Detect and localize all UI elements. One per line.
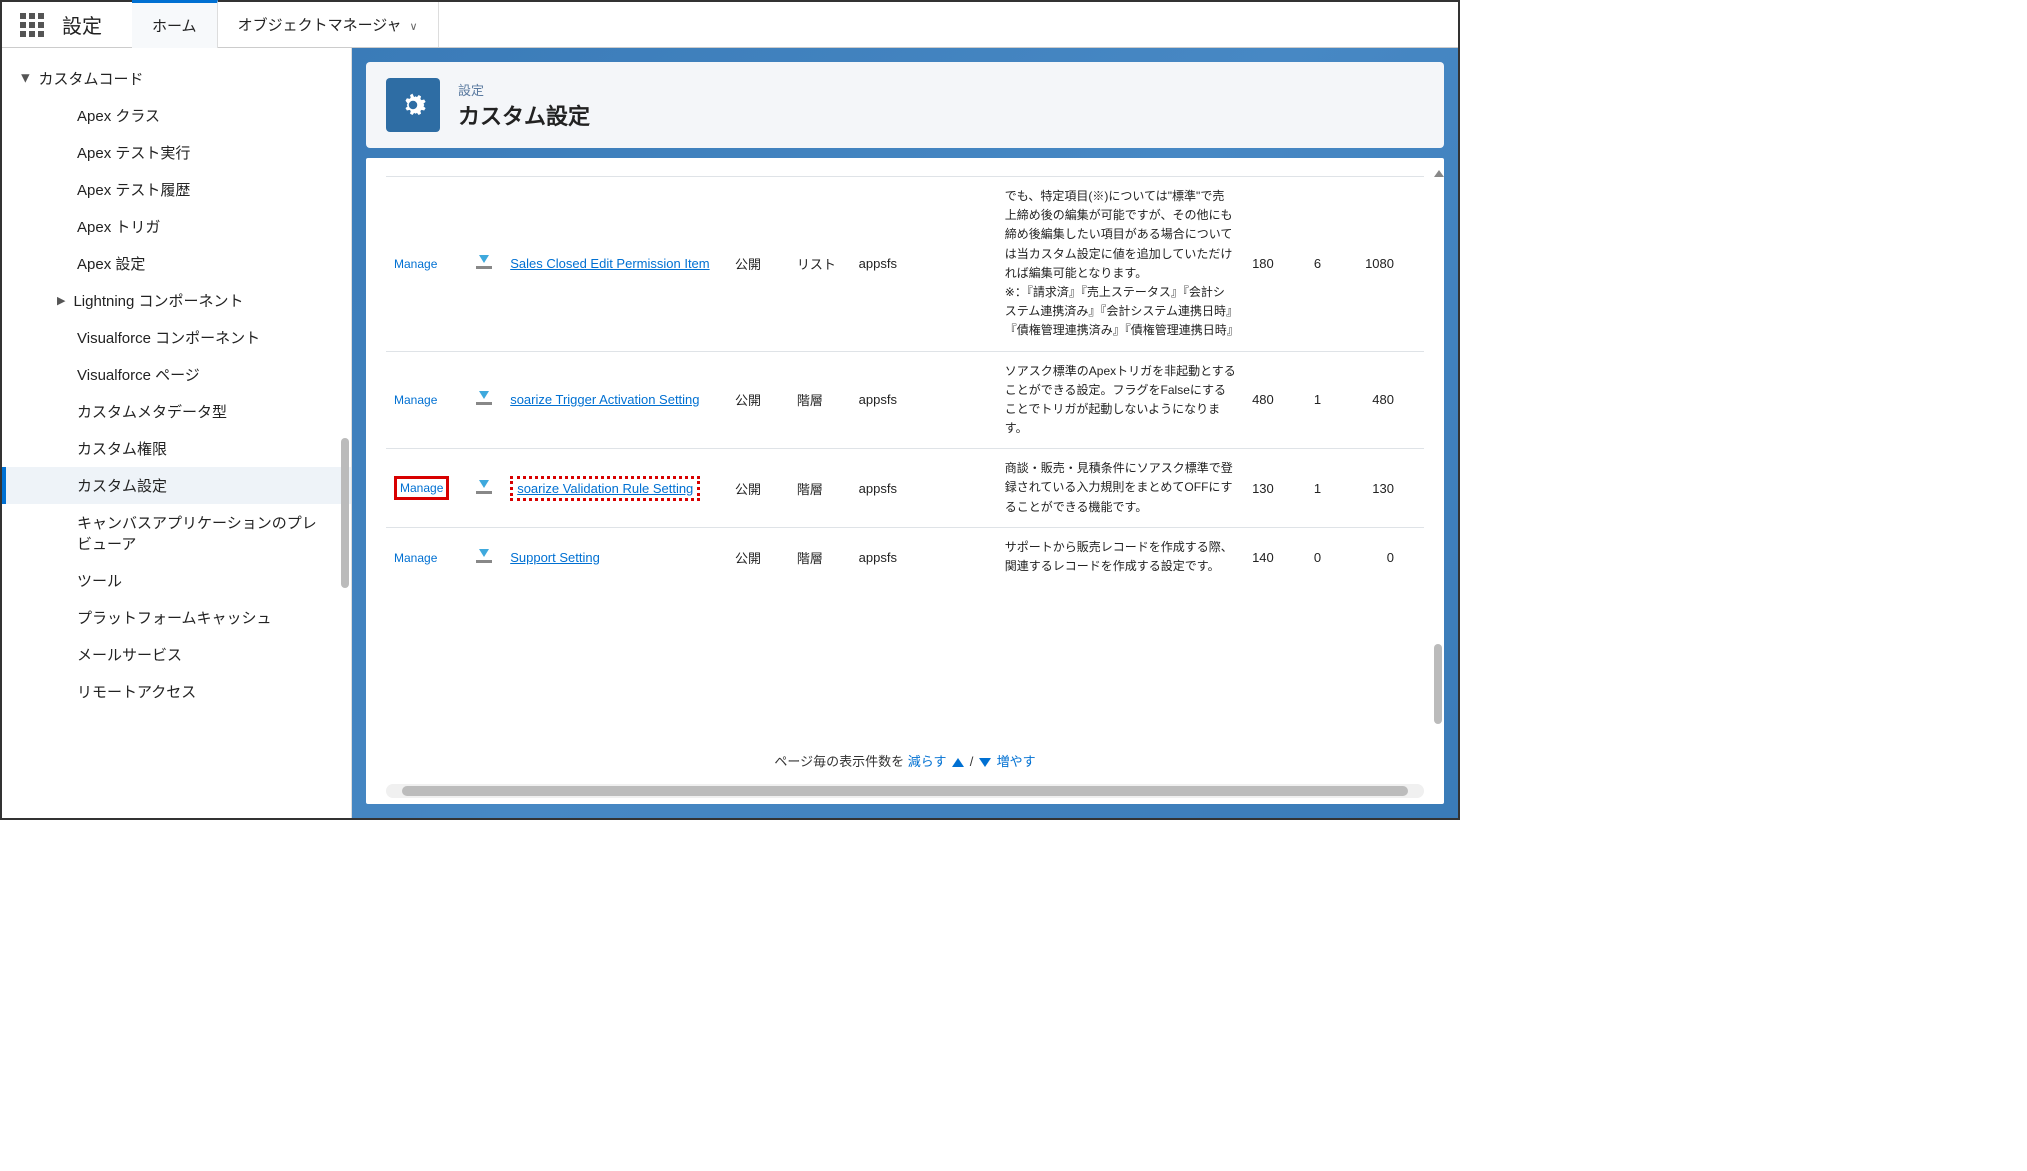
num-cell: 0 [1306, 527, 1345, 586]
sidebar-item-11[interactable]: キャンバスアプリケーションのプレビューア [2, 504, 351, 562]
sidebar-item-1[interactable]: Apex テスト実行 [2, 134, 351, 171]
num-cell: 130 [1345, 449, 1424, 528]
setting-name-link[interactable]: Sales Closed Edit Permission Item [510, 256, 709, 271]
setting-name-link[interactable]: soarize Validation Rule Setting [510, 476, 700, 501]
download-icon[interactable] [476, 255, 492, 269]
app-launcher-icon[interactable] [20, 13, 44, 37]
num-cell: 6 [1306, 177, 1345, 352]
visibility-cell: 公開 [727, 449, 789, 528]
sidebar: ▶ カスタムコード Apex クラスApex テスト実行Apex テスト履歴Ap… [2, 48, 352, 818]
num-cell: 130 [1244, 449, 1306, 528]
horizontal-scrollbar[interactable] [386, 784, 1424, 798]
namespace-cell: appsfs [851, 177, 997, 352]
custom-settings-table: Manage Sales Closed Edit Permission Item 公… [386, 176, 1424, 586]
num-cell: 140 [1244, 527, 1306, 586]
setting-name-link[interactable]: soarize Trigger Activation Setting [510, 392, 699, 407]
num-cell: 480 [1244, 351, 1306, 449]
sidebar-item-2[interactable]: Apex テスト履歴 [2, 171, 351, 208]
num-cell: 0 [1345, 527, 1424, 586]
num-cell: 1080 [1345, 177, 1424, 352]
table-row: Manage soarize Validation Rule Setting 公開階… [386, 449, 1424, 528]
visibility-cell: 公開 [727, 351, 789, 449]
sidebar-item-13[interactable]: プラットフォームキャッシュ [2, 599, 351, 636]
manage-link[interactable]: Manage [394, 476, 449, 500]
download-icon[interactable] [476, 480, 492, 494]
gear-icon [386, 78, 440, 132]
sidebar-item-14[interactable]: メールサービス [2, 636, 351, 673]
pager-less-link[interactable]: 減らす [908, 754, 947, 769]
main-area: 設定 カスタム設定 Manage Sales Closed Edit Permis… [352, 48, 1458, 818]
table-row: Manage Support Setting 公開階層appsfsサポートから販売レ… [386, 527, 1424, 586]
manage-link[interactable]: Manage [394, 551, 437, 565]
sidebar-item-10[interactable]: カスタム設定 [2, 467, 351, 504]
visibility-cell: 公開 [727, 177, 789, 352]
num-cell: 180 [1244, 177, 1306, 352]
type-cell: リスト [789, 177, 851, 352]
breadcrumb: 設定 [458, 80, 590, 99]
page-header: 設定 カスタム設定 [366, 62, 1444, 148]
setting-name-link[interactable]: Support Setting [510, 550, 600, 565]
sidebar-item-5[interactable]: ▶Lightning コンポーネント [2, 282, 351, 319]
type-cell: 階層 [789, 527, 851, 586]
content-frame: Manage Sales Closed Edit Permission Item 公… [366, 158, 1444, 804]
triangle-down-icon [979, 758, 991, 767]
content-scrollbar[interactable] [1434, 644, 1442, 724]
type-cell: 階層 [789, 449, 851, 528]
manage-link[interactable]: Manage [394, 393, 437, 407]
app-title: 設定 [62, 10, 102, 39]
chevron-down-icon: ∨ [410, 21, 418, 33]
download-icon[interactable] [476, 549, 492, 563]
sidebar-group-custom-code[interactable]: ▶ カスタムコード [2, 60, 351, 97]
type-cell: 階層 [789, 351, 851, 449]
sidebar-item-0[interactable]: Apex クラス [2, 97, 351, 134]
tab-object-manager[interactable]: オブジェクトマネージャ∨ [218, 2, 439, 47]
description-cell: 商談・販売・見積条件にソアスク標準で登録されている入力規則をまとめてOFFにする… [997, 449, 1244, 528]
sidebar-item-3[interactable]: Apex トリガ [2, 208, 351, 245]
page-title: カスタム設定 [458, 99, 590, 131]
top-bar: 設定 ホーム オブジェクトマネージャ∨ [2, 2, 1458, 48]
pager: ページ毎の表示件数を 減らす / 増やす [386, 743, 1424, 774]
triangle-up-icon [952, 758, 964, 767]
sidebar-item-8[interactable]: カスタムメタデータ型 [2, 393, 351, 430]
description-cell: サポートから販売レコードを作成する際、関連するレコードを作成する設定です。 [997, 527, 1244, 586]
tab-home[interactable]: ホーム [132, 0, 218, 48]
table-row: Manage Sales Closed Edit Permission Item 公… [386, 177, 1424, 352]
visibility-cell: 公開 [727, 527, 789, 586]
num-cell: 1 [1306, 449, 1345, 528]
namespace-cell: appsfs [851, 449, 997, 528]
sidebar-scrollbar[interactable] [341, 438, 349, 588]
description-cell: でも、特定項目(※)については"標準"で売上締め後の編集が可能ですが、その他にも… [997, 177, 1244, 352]
manage-link[interactable]: Manage [394, 257, 437, 271]
description-cell: ソアスク標準のApexトリガを非起動とすることができる設定。フラグをFalseに… [997, 351, 1244, 449]
sidebar-item-9[interactable]: カスタム権限 [2, 430, 351, 467]
namespace-cell: appsfs [851, 351, 997, 449]
namespace-cell: appsfs [851, 527, 997, 586]
sidebar-item-15[interactable]: リモートアクセス [2, 673, 351, 710]
download-icon[interactable] [476, 391, 492, 405]
table-row: Manage soarize Trigger Activation Setting… [386, 351, 1424, 449]
pager-more-link[interactable]: 増やす [997, 754, 1036, 769]
sidebar-item-7[interactable]: Visualforce ページ [2, 356, 351, 393]
num-cell: 1 [1306, 351, 1345, 449]
sidebar-item-12[interactable]: ツール [2, 562, 351, 599]
caret-down-icon: ▶ [20, 74, 33, 82]
scroll-up-icon[interactable] [1434, 170, 1442, 179]
sidebar-item-6[interactable]: Visualforce コンポーネント [2, 319, 351, 356]
sidebar-item-4[interactable]: Apex 設定 [2, 245, 351, 282]
num-cell: 480 [1345, 351, 1424, 449]
caret-right-icon: ▶ [57, 294, 65, 307]
